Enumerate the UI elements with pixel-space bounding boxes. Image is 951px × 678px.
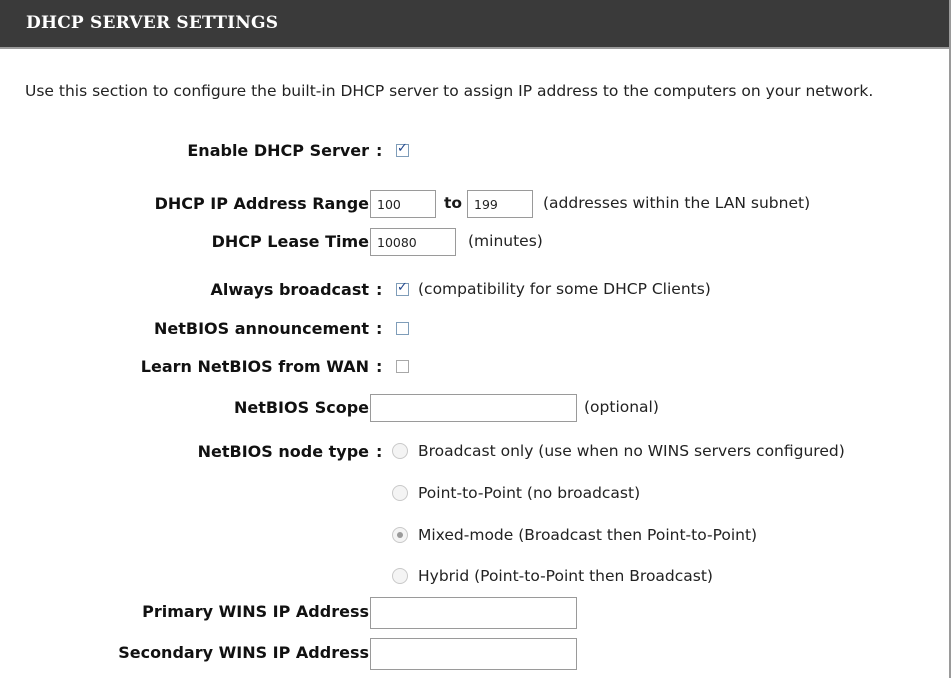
enable-dhcp-label: Enable DHCP Server bbox=[187, 141, 369, 160]
lease-time-label: DHCP Lease Time bbox=[211, 232, 369, 251]
secondary-wins-label: Secondary WINS IP Address bbox=[118, 643, 369, 662]
netbios-node-type-label: NetBIOS node type bbox=[197, 442, 369, 461]
ip-range-end-input[interactable]: 199 bbox=[467, 190, 533, 218]
ip-range-row: DHCP IP Address Range : 100 to 199 (addr… bbox=[0, 189, 949, 219]
netbios-announcement-row: NetBIOS announcement : bbox=[0, 314, 949, 344]
node-type-radio-mixed[interactable] bbox=[392, 527, 408, 543]
learn-netbios-row: Learn NetBIOS from WAN : bbox=[0, 352, 949, 382]
node-type-radio-p2p[interactable] bbox=[392, 485, 408, 501]
node-type-option-label: Broadcast only (use when no WINS servers… bbox=[418, 442, 845, 460]
section-description: Use this section to configure the built-… bbox=[25, 82, 874, 100]
always-broadcast-checkbox[interactable] bbox=[396, 280, 409, 296]
primary-wins-row: Primary WINS IP Address : bbox=[0, 597, 949, 629]
ip-range-to-label: to bbox=[444, 194, 463, 212]
ip-range-label: DHCP IP Address Range bbox=[154, 194, 369, 213]
colon: : bbox=[376, 280, 383, 299]
colon: : bbox=[376, 442, 383, 461]
learn-netbios-label: Learn NetBIOS from WAN bbox=[140, 357, 369, 376]
secondary-wins-input[interactable] bbox=[370, 638, 577, 670]
netbios-node-type-row: NetBIOS node type : Broadcast only (use … bbox=[0, 437, 949, 467]
node-type-option-row: Hybrid (Point-to-Point then Broadcast) bbox=[0, 562, 949, 592]
netbios-scope-input[interactable] bbox=[370, 394, 577, 422]
netbios-scope-hint: (optional) bbox=[584, 398, 659, 416]
colon: : bbox=[376, 141, 383, 160]
always-broadcast-label: Always broadcast bbox=[210, 280, 369, 299]
enable-dhcp-row: Enable DHCP Server : bbox=[0, 136, 949, 166]
dhcp-settings-panel: DHCP SERVER SETTINGS Use this section to… bbox=[0, 0, 951, 678]
section-title: DHCP SERVER SETTINGS bbox=[26, 13, 279, 33]
node-type-option-row: Mixed-mode (Broadcast then Point-to-Poin… bbox=[0, 521, 949, 551]
colon: : bbox=[376, 319, 383, 338]
ip-range-hint: (addresses within the LAN subnet) bbox=[543, 194, 811, 212]
always-broadcast-hint: (compatibility for some DHCP Clients) bbox=[418, 280, 711, 298]
always-broadcast-row: Always broadcast : (compatibility for so… bbox=[0, 275, 949, 305]
node-type-radio-broadcast[interactable] bbox=[392, 443, 408, 459]
node-type-option-label: Hybrid (Point-to-Point then Broadcast) bbox=[418, 567, 713, 585]
node-type-radio-hybrid[interactable] bbox=[392, 568, 408, 584]
node-type-option-row: Point-to-Point (no broadcast) bbox=[0, 479, 949, 509]
lease-time-hint: (minutes) bbox=[468, 232, 543, 250]
ip-range-start-input[interactable]: 100 bbox=[370, 190, 436, 218]
primary-wins-input[interactable] bbox=[370, 597, 577, 629]
secondary-wins-row: Secondary WINS IP Address : bbox=[0, 638, 949, 670]
netbios-announcement-label: NetBIOS announcement bbox=[154, 319, 369, 338]
lease-time-row: DHCP Lease Time : 10080 (minutes) bbox=[0, 227, 949, 257]
lease-time-input[interactable]: 10080 bbox=[370, 228, 456, 256]
netbios-announcement-checkbox[interactable] bbox=[396, 322, 409, 335]
netbios-scope-row: NetBIOS Scope : (optional) bbox=[0, 393, 949, 423]
colon: : bbox=[376, 357, 383, 376]
node-type-option-label: Point-to-Point (no broadcast) bbox=[418, 484, 641, 502]
section-header: DHCP SERVER SETTINGS bbox=[0, 0, 949, 49]
learn-netbios-checkbox[interactable] bbox=[396, 360, 409, 373]
primary-wins-label: Primary WINS IP Address bbox=[142, 602, 369, 621]
node-type-option-label: Mixed-mode (Broadcast then Point-to-Poin… bbox=[418, 526, 758, 544]
netbios-scope-label: NetBIOS Scope bbox=[233, 398, 369, 417]
enable-dhcp-checkbox[interactable] bbox=[396, 141, 409, 157]
